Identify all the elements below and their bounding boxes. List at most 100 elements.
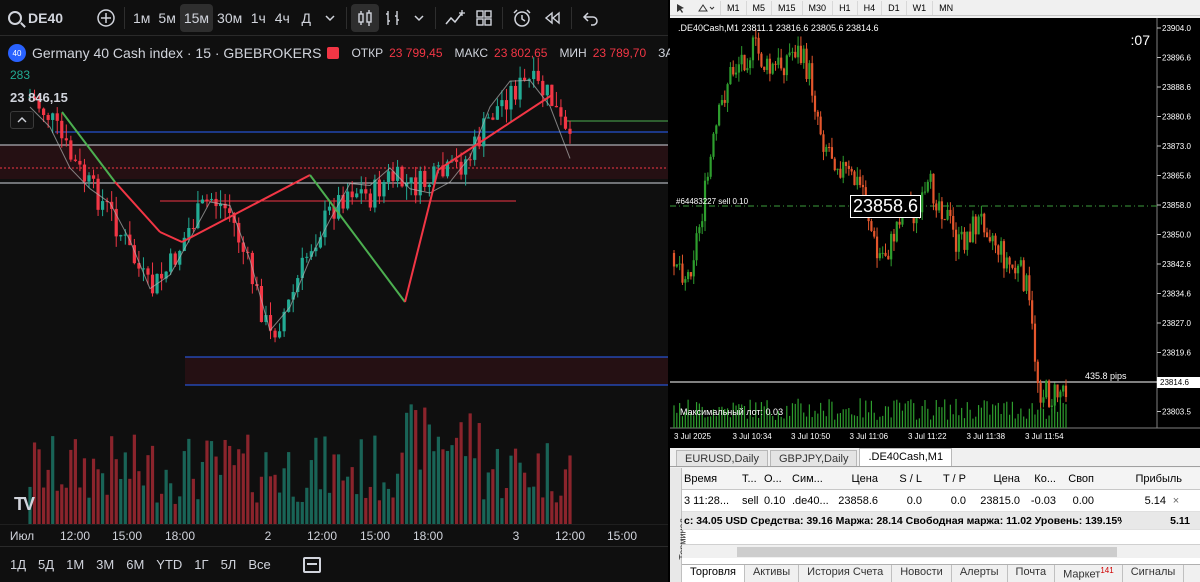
col-volume[interactable]: О...	[762, 473, 790, 485]
col-commission[interactable]: Ко...	[1022, 473, 1058, 485]
timeframe-5m[interactable]: 5м	[154, 4, 179, 32]
indicators-icon	[445, 9, 466, 24]
range-5y[interactable]: 5Л	[221, 557, 237, 572]
mt-timeframe-h4[interactable]: H4	[856, 0, 882, 15]
col-type[interactable]: Т...	[740, 473, 762, 485]
tv-time-axis[interactable]: Июл 12:00 15:00 18:00 2 12:00 15:00 18:0…	[0, 524, 668, 546]
mt-timeframe-d1[interactable]: D1	[881, 0, 906, 15]
indicators-button[interactable]	[440, 4, 470, 32]
candle-body	[712, 133, 715, 157]
range-5d[interactable]: 5Д	[38, 557, 54, 572]
symbol-search[interactable]: DE40	[0, 10, 92, 26]
range-ytd[interactable]: YTD	[156, 557, 182, 572]
candle-body	[559, 107, 563, 117]
range-3m[interactable]: 3М	[96, 557, 114, 572]
candle-body	[678, 263, 681, 265]
tab-mail[interactable]: Почта	[1008, 565, 1056, 582]
tv-chart-area[interactable]	[0, 37, 668, 545]
tab-alerts[interactable]: Алерты	[952, 565, 1008, 582]
undo-button[interactable]	[576, 4, 604, 32]
scrollbar-thumb[interactable]	[737, 547, 1117, 557]
col-sl[interactable]: S / L	[880, 473, 924, 485]
draw-tool-dropdown[interactable]	[692, 1, 720, 15]
col-profit[interactable]: Прибыль	[1096, 473, 1184, 485]
candle-body	[504, 100, 509, 110]
candle-body	[692, 260, 695, 277]
timeframe-1h[interactable]: 1ч	[246, 4, 270, 32]
candle-body	[491, 117, 495, 120]
volume-bar	[368, 486, 372, 524]
layout-grid-button[interactable]	[470, 4, 498, 32]
col-current-price[interactable]: Цена	[968, 473, 1022, 485]
chart-tab-eurusd[interactable]: EURUSD,Daily	[676, 450, 768, 466]
chart-tab-de40[interactable]: .DE40Cash,M1	[859, 448, 953, 466]
mt-timeframe-m5[interactable]: M5	[745, 0, 772, 15]
indicators-type-button[interactable]	[379, 4, 407, 32]
chart-tab-gbpjpy[interactable]: GBPJPY,Daily	[769, 450, 858, 466]
candle-body	[808, 63, 811, 80]
timeframe-1m[interactable]: 1м	[129, 4, 154, 32]
tab-news[interactable]: Новости	[892, 565, 952, 582]
timeframe-dropdown[interactable]	[318, 4, 342, 32]
cell-price: 23858.6	[838, 494, 878, 507]
volume-bar	[228, 445, 232, 524]
table-row[interactable]: 3 11:28... sell 0.10 .de40... 23858.6 0.…	[682, 490, 1200, 512]
alert-button[interactable]	[507, 4, 537, 32]
volume-bar	[400, 452, 404, 524]
col-swap[interactable]: Своп	[1058, 473, 1096, 485]
tab-signals[interactable]: Сигналы	[1123, 565, 1185, 582]
time-tick-label: 3 Jul 11:22	[908, 432, 947, 441]
candle-body	[937, 201, 941, 211]
timeframe-30m[interactable]: 30м	[213, 4, 246, 32]
pips-distance: 435.8 pips	[1085, 371, 1127, 381]
mt-timeframe-h1[interactable]: H1	[832, 0, 857, 15]
open-value: 23 799,45	[389, 46, 443, 60]
range-1d[interactable]: 1Д	[10, 557, 26, 572]
tab-market[interactable]: Маркет141	[1055, 565, 1123, 582]
candle-body	[1045, 380, 1048, 398]
candle-body	[895, 221, 898, 242]
tab-assets[interactable]: Активы	[745, 565, 800, 582]
range-6m[interactable]: 6М	[126, 557, 144, 572]
candles-chart-type-button[interactable]	[351, 3, 380, 32]
candle-body	[946, 209, 949, 220]
timeframe-day[interactable]: Д	[294, 4, 318, 32]
mt-timeframe-m1[interactable]: M1	[720, 0, 746, 15]
col-time[interactable]: Время	[682, 473, 740, 485]
mt-timeframe-m30[interactable]: M30	[801, 0, 833, 15]
col-symbol[interactable]: Сим...	[790, 473, 830, 485]
mt-timeframe-mn[interactable]: MN	[932, 0, 959, 15]
volume-bar	[464, 456, 468, 524]
candle-body	[720, 100, 724, 105]
volume-bar	[91, 458, 96, 524]
zoom-tool-button[interactable]	[670, 1, 692, 15]
candle-body	[977, 216, 980, 235]
timeframe-4h[interactable]: 4ч	[270, 4, 294, 32]
range-1m[interactable]: 1М	[66, 557, 84, 572]
calendar-range-icon[interactable]	[302, 556, 321, 573]
price-scale	[1157, 18, 1200, 428]
replay-button[interactable]	[537, 4, 567, 32]
tab-trade[interactable]: Торговля	[682, 565, 745, 582]
volume-bar	[409, 404, 413, 524]
horizontal-scrollbar[interactable]	[682, 544, 1200, 558]
add-symbol-button[interactable]	[92, 4, 120, 32]
close-position-icon[interactable]: ×	[1168, 495, 1184, 507]
collapse-legend-button[interactable]	[10, 111, 34, 129]
mt-chart-area[interactable]: 23904.0 23896.6 23888.6 23880.6 23873.0 23865…	[670, 18, 1200, 448]
col-tp[interactable]: T / P	[924, 473, 968, 485]
low-value: 23 789,70	[592, 46, 647, 60]
order-line-label[interactable]: #64483227 sell 0.10	[676, 197, 748, 206]
mt-timeframe-w1[interactable]: W1	[905, 0, 933, 15]
col-price[interactable]: Цена	[830, 473, 880, 485]
candle-body	[423, 170, 427, 187]
instrument-title[interactable]: Germany 40 Cash index · 15 · GBEBROKERS	[32, 45, 321, 61]
candle-body	[69, 140, 73, 160]
timeframe-15m[interactable]: 15м	[179, 3, 214, 32]
mt-timeframe-m15[interactable]: M15	[771, 0, 802, 15]
chart-type-dropdown[interactable]	[407, 4, 431, 32]
tab-history[interactable]: История Счета	[799, 565, 893, 582]
volume-bar	[218, 474, 223, 524]
range-1y[interactable]: 1Г	[194, 557, 208, 572]
range-all[interactable]: Все	[248, 557, 270, 572]
